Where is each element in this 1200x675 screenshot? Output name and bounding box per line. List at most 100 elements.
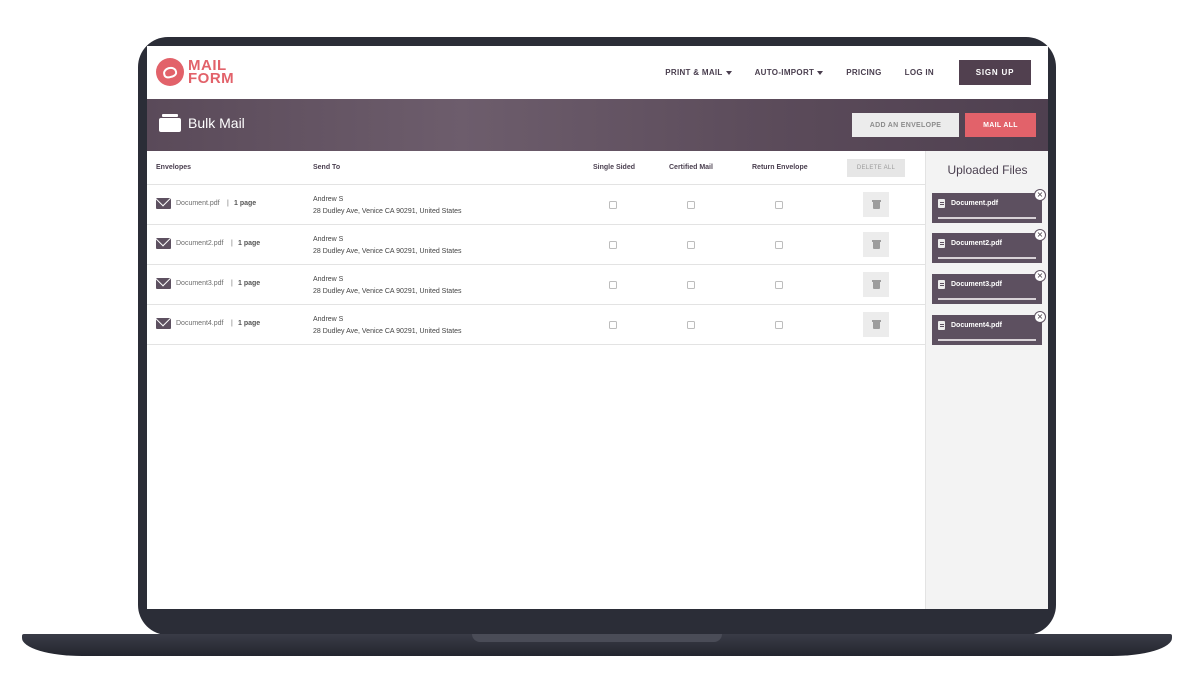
- return-envelope-checkbox[interactable]: [775, 321, 783, 329]
- remove-file-icon[interactable]: ×: [1034, 229, 1046, 241]
- trash-icon: [872, 200, 881, 209]
- single-sided-checkbox[interactable]: [609, 281, 617, 289]
- certified-mail-checkbox[interactable]: [687, 241, 695, 249]
- mailform-logo[interactable]: MAIL FORM: [156, 58, 234, 86]
- row-recipient: Andrew S 28 Dudley Ave, Venice CA 90291,…: [313, 314, 462, 338]
- trash-icon: [872, 280, 881, 289]
- remove-file-icon[interactable]: ×: [1034, 270, 1046, 282]
- caret-down-icon: [817, 70, 824, 75]
- table-row: Document3.pdf | 1 page Andrew S 28 Dudle…: [147, 265, 925, 305]
- nav-print-mail[interactable]: PRINT & MAIL: [665, 68, 732, 77]
- recipient-name: Andrew S: [313, 316, 344, 323]
- row-page-count: 1 page: [238, 280, 261, 287]
- certified-mail-checkbox[interactable]: [687, 321, 695, 329]
- row-recipient: Andrew S 28 Dudley Ave, Venice CA 90291,…: [313, 234, 462, 258]
- logo-icon: [156, 58, 184, 86]
- col-envelopes: Envelopes: [156, 164, 192, 171]
- single-sided-checkbox[interactable]: [609, 321, 617, 329]
- page-title: Bulk Mail: [188, 115, 245, 131]
- upload-progress-bar: [938, 257, 1036, 259]
- recipient-name: Andrew S: [313, 276, 344, 283]
- nav-pricing[interactable]: PRICING: [846, 68, 881, 77]
- folder-icon: [159, 114, 181, 132]
- table-row: Document.pdf | 1 page Andrew S 28 Dudley…: [147, 185, 925, 225]
- return-envelope-checkbox[interactable]: [775, 201, 783, 209]
- uploaded-file-name: Document4.pdf: [951, 322, 1002, 329]
- certified-mail-checkbox[interactable]: [687, 201, 695, 209]
- row-separator: |: [231, 320, 233, 327]
- certified-mail-checkbox[interactable]: [687, 281, 695, 289]
- recipient-address: 28 Dudley Ave, Venice CA 90291, United S…: [313, 208, 462, 215]
- col-return-envelope: Return Envelope: [752, 164, 808, 171]
- page-header: Bulk Mail ADD AN ENVELOPE MAIL ALL: [147, 99, 1048, 151]
- file-icon: [938, 280, 945, 289]
- row-page-count: 1 page: [238, 320, 261, 327]
- row-separator: |: [231, 280, 233, 287]
- logo-text: MAIL FORM: [188, 58, 235, 87]
- caret-down-icon: [725, 70, 732, 75]
- remove-file-icon[interactable]: ×: [1034, 189, 1046, 201]
- nav-print-mail-label: PRINT & MAIL: [665, 68, 723, 77]
- page-title-group: Bulk Mail: [159, 114, 245, 132]
- envelope-icon: [156, 198, 171, 209]
- delete-row-button[interactable]: [863, 312, 889, 337]
- nav-log-in[interactable]: LOG IN: [905, 68, 934, 77]
- mail-all-button[interactable]: MAIL ALL: [965, 113, 1036, 137]
- row-recipient: Andrew S 28 Dudley Ave, Venice CA 90291,…: [313, 274, 462, 298]
- nav-links: PRINT & MAIL AUTO-IMPORT PRICING LOG IN …: [642, 60, 1031, 85]
- delete-all-button[interactable]: DELETE ALL: [847, 159, 905, 177]
- nav-pricing-label: PRICING: [846, 68, 882, 77]
- row-separator: |: [231, 240, 233, 247]
- return-envelope-checkbox[interactable]: [775, 281, 783, 289]
- row-file-name: Document2.pdf: [176, 240, 224, 247]
- col-send-to: Send To: [313, 164, 341, 171]
- row-file-name: Document3.pdf: [176, 280, 224, 287]
- return-envelope-checkbox[interactable]: [775, 241, 783, 249]
- remove-file-icon[interactable]: ×: [1034, 311, 1046, 323]
- uploaded-file-name: Document.pdf: [951, 200, 999, 207]
- add-envelope-button[interactable]: ADD AN ENVELOPE: [852, 113, 959, 137]
- envelope-icon: [156, 238, 171, 249]
- recipient-address: 28 Dudley Ave, Venice CA 90291, United S…: [313, 288, 462, 295]
- uploaded-file-card[interactable]: Document3.pdf ×: [932, 270, 1046, 304]
- upload-progress-bar: [938, 339, 1036, 341]
- file-icon: [938, 239, 945, 248]
- row-separator: |: [227, 200, 229, 207]
- nav-auto-import-label: AUTO-IMPORT: [754, 68, 815, 77]
- file-icon: [938, 199, 945, 208]
- envelopes-table: Envelopes Send To Single Sided Certified…: [147, 151, 925, 609]
- envelope-icon: [156, 318, 171, 329]
- delete-row-button[interactable]: [863, 272, 889, 297]
- sign-up-button[interactable]: SIGN UP: [959, 60, 1031, 85]
- uploaded-files-title: Uploaded Files: [947, 163, 1028, 177]
- uploaded-file-card[interactable]: Document.pdf ×: [932, 189, 1046, 223]
- top-navbar: MAIL FORM PRINT & MAIL AUTO-IMPORT PRICI…: [147, 46, 1048, 99]
- envelope-icon: [156, 278, 171, 289]
- table-header: Envelopes Send To Single Sided Certified…: [147, 151, 925, 185]
- file-icon: [938, 321, 945, 330]
- trash-icon: [872, 240, 881, 249]
- row-page-count: 1 page: [234, 200, 257, 207]
- logo-text-line2: FORM: [188, 70, 235, 87]
- delete-row-button[interactable]: [863, 232, 889, 257]
- row-page-count: 1 page: [238, 240, 261, 247]
- upload-progress-bar: [938, 298, 1036, 300]
- uploaded-file-name: Document3.pdf: [951, 281, 1002, 288]
- recipient-address: 28 Dudley Ave, Venice CA 90291, United S…: [313, 248, 462, 255]
- uploaded-files-panel: Uploaded Files Document.pdf × Document2.…: [925, 151, 1048, 609]
- row-recipient: Andrew S 28 Dudley Ave, Venice CA 90291,…: [313, 194, 462, 218]
- nav-log-in-label: LOG IN: [904, 68, 934, 77]
- single-sided-checkbox[interactable]: [609, 201, 617, 209]
- delete-row-button[interactable]: [863, 192, 889, 217]
- table-row: Document4.pdf | 1 page Andrew S 28 Dudle…: [147, 305, 925, 345]
- nav-auto-import[interactable]: AUTO-IMPORT: [755, 68, 824, 77]
- recipient-address: 28 Dudley Ave, Venice CA 90291, United S…: [313, 328, 462, 335]
- upload-progress-bar: [938, 217, 1036, 219]
- uploaded-file-card[interactable]: Document4.pdf ×: [932, 311, 1046, 345]
- uploaded-file-name: Document2.pdf: [951, 240, 1002, 247]
- col-single-sided: Single Sided: [593, 164, 636, 171]
- row-file-name: Document.pdf: [176, 200, 220, 207]
- row-file-name: Document4.pdf: [176, 320, 224, 327]
- single-sided-checkbox[interactable]: [609, 241, 617, 249]
- uploaded-file-card[interactable]: Document2.pdf ×: [932, 229, 1046, 263]
